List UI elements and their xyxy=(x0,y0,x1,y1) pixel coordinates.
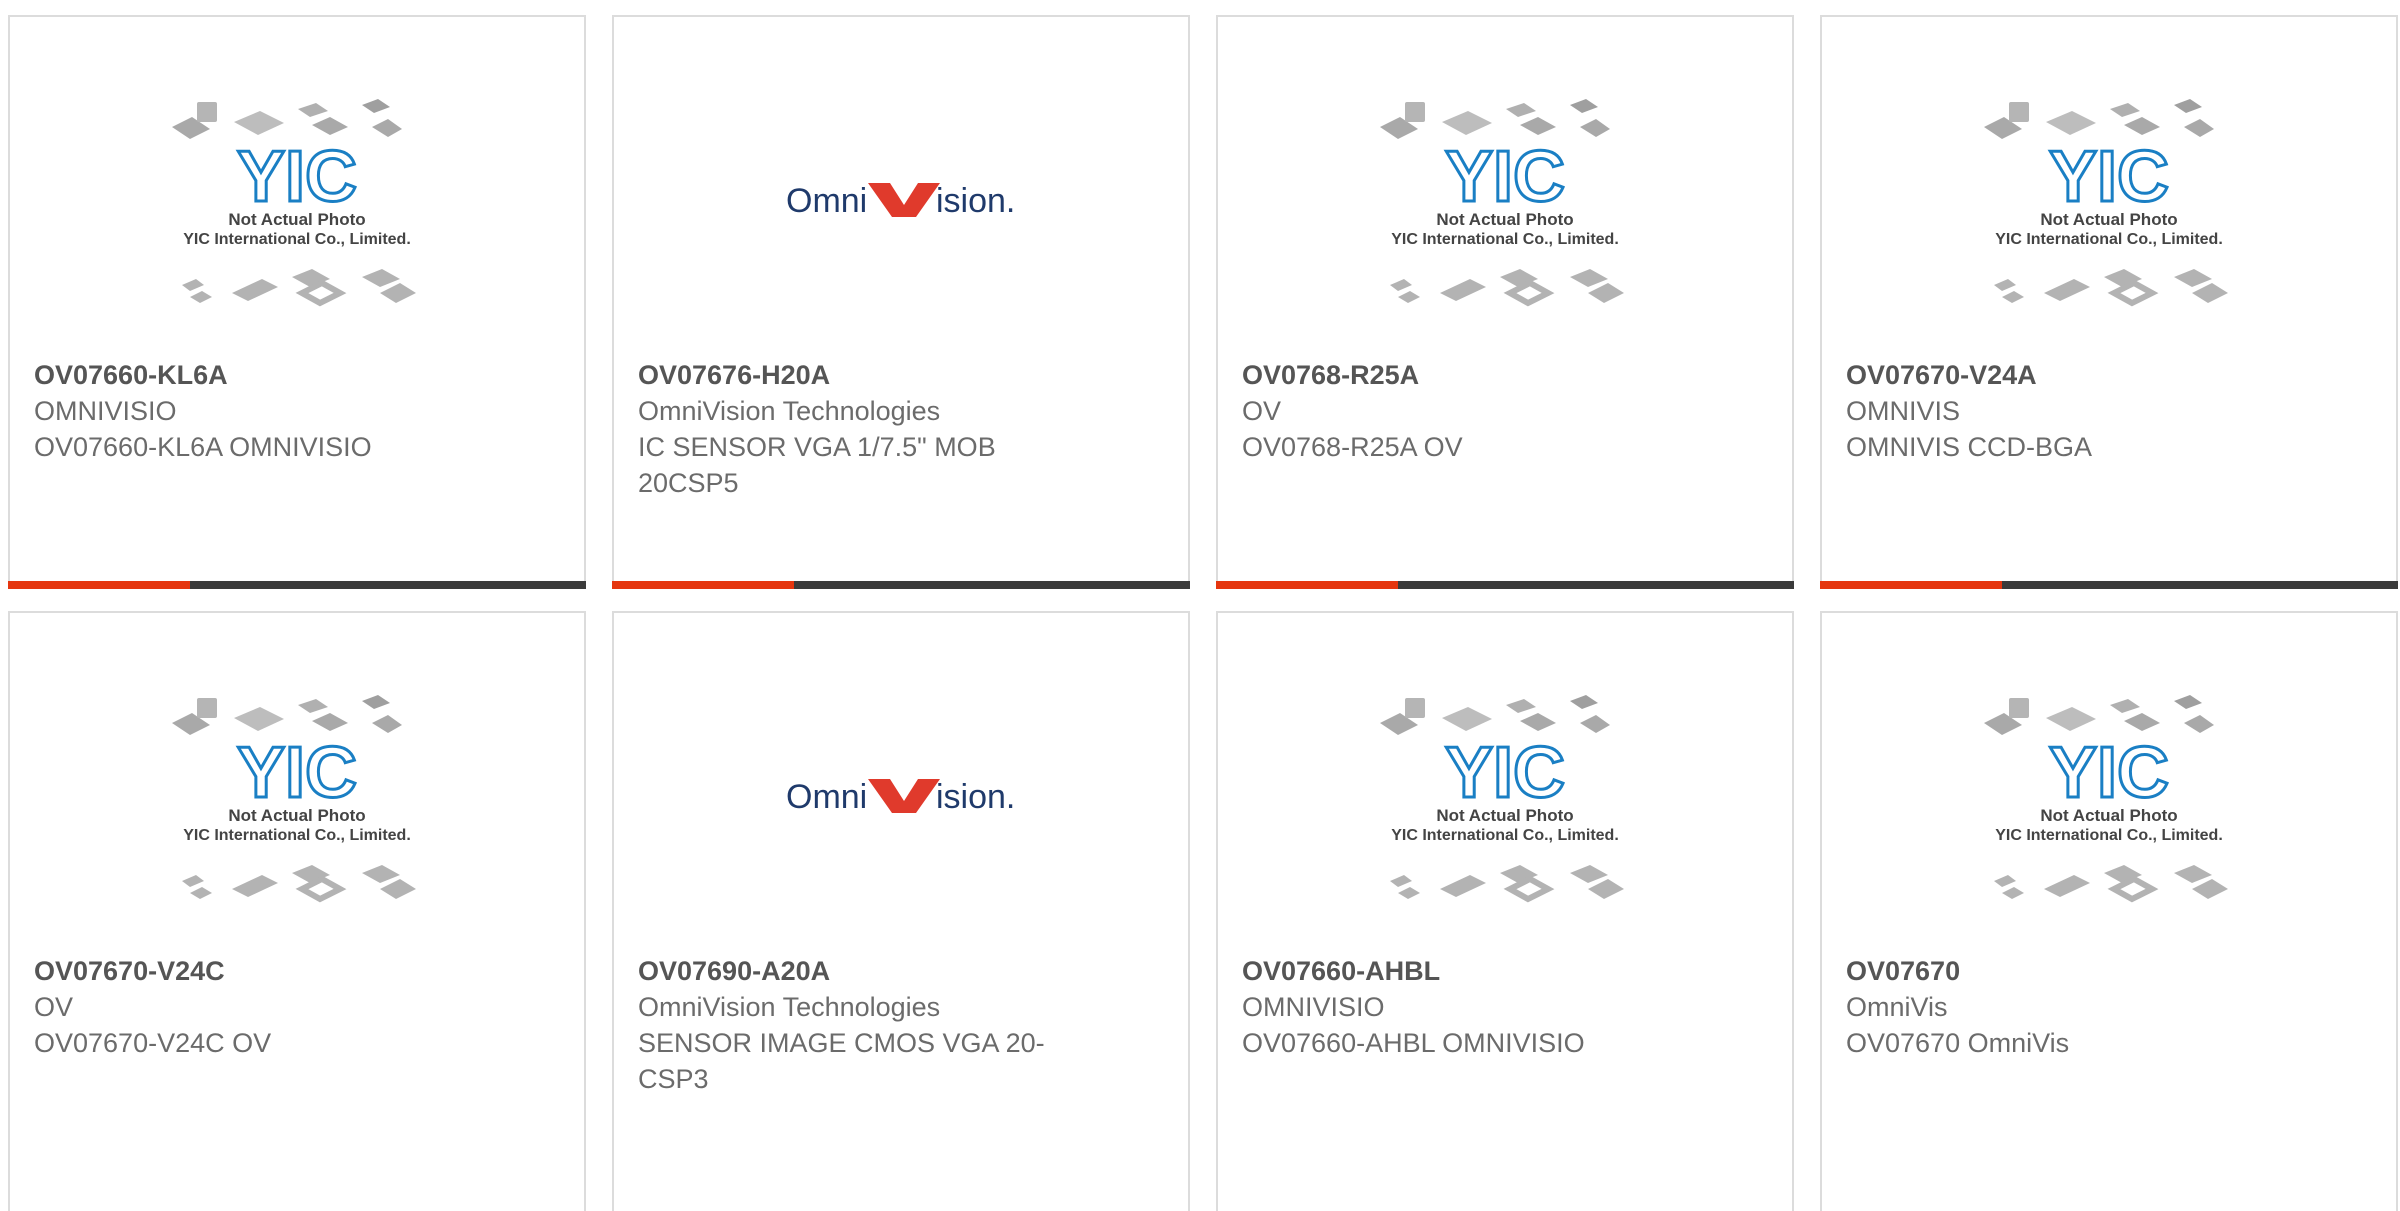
manufacturer: OMNIVIS xyxy=(1846,396,1961,426)
placeholder-caption-1: Not Actual Photo xyxy=(1436,210,1573,229)
placeholder-image: YIC Not Actual Photo YIC International C… xyxy=(1218,693,1792,963)
product-grid: YIC Not Actual Photo YIC International C… xyxy=(8,15,2400,1211)
yic-logo: YIC xyxy=(1445,137,1565,217)
part-number[interactable]: OV07676-H20A xyxy=(638,357,1164,393)
card-bottom-bar xyxy=(1216,581,1794,589)
placeholder-image: YIC Not Actual Photo YIC International C… xyxy=(10,97,584,367)
description: IC SENSOR VGA 1/7.5" MOB 20CSP5 xyxy=(638,432,996,498)
product-card[interactable]: Omni ision. OV07690-A20A OmniVision Tech… xyxy=(612,611,1190,1211)
part-number[interactable]: OV07670-V24C xyxy=(34,953,560,989)
product-info: OV07670-V24C OV OV07670-V24C OV xyxy=(34,953,560,1061)
placeholder-image: YIC Not Actual Photo YIC International C… xyxy=(1822,693,2396,963)
yic-logo: YIC xyxy=(2049,733,2169,813)
placeholder-image: YIC Not Actual Photo YIC International C… xyxy=(10,693,584,963)
card-accent xyxy=(8,581,190,589)
product-card[interactable]: YIC Not Actual Photo YIC International C… xyxy=(1216,611,1794,1211)
placeholder-caption-2: YIC International Co., Limited. xyxy=(183,231,411,248)
product-card[interactable]: YIC Not Actual Photo YIC International C… xyxy=(1820,611,2398,1211)
manufacturer: OMNIVISIO xyxy=(34,396,177,426)
placeholder-caption-2: YIC International Co., Limited. xyxy=(1995,231,2223,248)
card-bottom-bar xyxy=(612,581,1190,589)
part-number[interactable]: OV0768-R25A xyxy=(1242,357,1768,393)
placeholder-image: YIC Not Actual Photo YIC International C… xyxy=(1218,97,1792,367)
placeholder-caption-1: Not Actual Photo xyxy=(2040,210,2177,229)
yic-logo: YIC xyxy=(237,733,357,813)
part-number[interactable]: OV07670 xyxy=(1846,953,2372,989)
placeholder-image: YIC Not Actual Photo YIC International C… xyxy=(1822,97,2396,367)
product-card[interactable]: YIC Not Actual Photo YIC International C… xyxy=(1820,15,2398,589)
omnivision-logo-image: Omni ision. xyxy=(614,97,1188,367)
card-bottom-bar xyxy=(8,581,586,589)
product-info: OV07670 OmniVis OV07670 OmniVis xyxy=(1846,953,2372,1061)
omni-logo-right: ision. xyxy=(936,182,1015,220)
manufacturer: OmniVision Technologies xyxy=(638,396,941,426)
part-number[interactable]: OV07660-KL6A xyxy=(34,357,560,393)
omni-logo-left: Omni xyxy=(786,182,867,220)
yic-logo: YIC xyxy=(2049,137,2169,217)
part-number[interactable]: OV07690-A20A xyxy=(638,953,1164,989)
product-info: OV07690-A20A OmniVision Technologies SEN… xyxy=(638,953,1164,1097)
card-accent xyxy=(1216,581,1398,589)
description: OV0768-R25A OV xyxy=(1242,432,1463,462)
omnivision-logo-image: Omni ision. xyxy=(614,693,1188,963)
manufacturer: OmniVision Technologies xyxy=(638,992,941,1022)
placeholder-caption-1: Not Actual Photo xyxy=(1436,806,1573,825)
card-bottom-bar xyxy=(1820,581,2398,589)
manufacturer: OV xyxy=(34,992,74,1022)
product-card[interactable]: YIC Not Actual Photo YIC International C… xyxy=(1216,15,1794,589)
description: SENSOR IMAGE CMOS VGA 20-CSP3 xyxy=(638,1028,1045,1094)
yic-logo: YIC xyxy=(1445,733,1565,813)
yic-logo: YIC xyxy=(237,137,357,217)
placeholder-caption-1: Not Actual Photo xyxy=(2040,806,2177,825)
description: OV07670 OmniVis xyxy=(1846,1028,2070,1058)
product-info: OV07660-AHBL OMNIVISIO OV07660-AHBL OMNI… xyxy=(1242,953,1768,1061)
product-info: OV0768-R25A OV OV0768-R25A OV xyxy=(1242,357,1768,465)
omni-logo-mark xyxy=(868,779,940,813)
placeholder-caption-2: YIC International Co., Limited. xyxy=(183,827,411,844)
description: OV07660-AHBL OMNIVISIO xyxy=(1242,1028,1585,1058)
manufacturer: OmniVis xyxy=(1846,992,1948,1022)
placeholder-caption-1: Not Actual Photo xyxy=(228,806,365,825)
card-accent xyxy=(612,581,794,589)
placeholder-caption-2: YIC International Co., Limited. xyxy=(1391,827,1619,844)
card-accent xyxy=(1820,581,2002,589)
part-number[interactable]: OV07670-V24A xyxy=(1846,357,2372,393)
omni-logo-left: Omni xyxy=(786,778,867,816)
manufacturer: OMNIVISIO xyxy=(1242,992,1385,1022)
description: OV07660-KL6A OMNIVISIO xyxy=(34,432,372,462)
product-info: OV07670-V24A OMNIVIS OMNIVIS CCD-BGA xyxy=(1846,357,2372,465)
product-card[interactable]: Omni ision. OV07676-H20A OmniVision Tech… xyxy=(612,15,1190,589)
description: OMNIVIS CCD-BGA xyxy=(1846,432,2093,462)
part-number[interactable]: OV07660-AHBL xyxy=(1242,953,1768,989)
product-info: OV07660-KL6A OMNIVISIO OV07660-KL6A OMNI… xyxy=(34,357,560,465)
omni-logo-right: ision. xyxy=(936,778,1015,816)
description: OV07670-V24C OV xyxy=(34,1028,272,1058)
omni-logo-mark xyxy=(868,183,940,217)
product-info: OV07676-H20A OmniVision Technologies IC … xyxy=(638,357,1164,501)
placeholder-caption-2: YIC International Co., Limited. xyxy=(1995,827,2223,844)
product-card[interactable]: YIC Not Actual Photo YIC International C… xyxy=(8,611,586,1211)
product-card[interactable]: YIC Not Actual Photo YIC International C… xyxy=(8,15,586,589)
manufacturer: OV xyxy=(1242,396,1282,426)
placeholder-caption-1: Not Actual Photo xyxy=(228,210,365,229)
placeholder-caption-2: YIC International Co., Limited. xyxy=(1391,231,1619,248)
